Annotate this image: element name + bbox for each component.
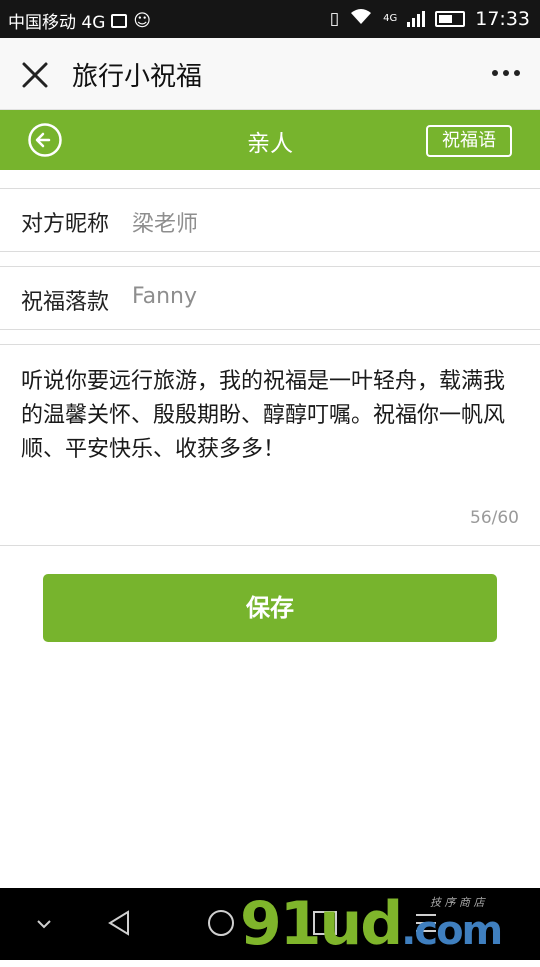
category-bar: 亲人 祝福语 xyxy=(0,110,540,170)
nickname-field[interactable]: 对方昵称 梁老师 xyxy=(0,188,540,252)
carrier-label: 中国移动 4G xyxy=(8,13,106,33)
watermark-domain: .com xyxy=(401,908,503,954)
character-counter: 56/60 xyxy=(470,508,519,528)
signal-icon xyxy=(407,10,426,27)
close-icon[interactable] xyxy=(20,60,50,90)
clock: 17:33 xyxy=(475,7,530,30)
signature-input[interactable]: Fanny xyxy=(132,284,197,309)
chevron-down-icon[interactable] xyxy=(34,916,54,935)
vibrate-icon: ▯ xyxy=(329,8,340,29)
status-bar: 中国移动 4G ☺ ▯ 4G 17:33 xyxy=(0,0,540,38)
home-circle-icon[interactable] xyxy=(206,908,236,942)
signature-field[interactable]: 祝福落款 Fanny xyxy=(0,266,540,330)
nickname-input[interactable]: 梁老师 xyxy=(132,206,198,238)
signature-label: 祝福落款 xyxy=(21,290,110,315)
status-right: ▯ 4G 17:33 xyxy=(330,7,530,30)
blessing-phrases-button[interactable]: 祝福语 xyxy=(426,125,512,157)
more-icon[interactable] xyxy=(492,70,520,76)
page-title: 旅行小祝福 xyxy=(72,62,203,92)
battery-icon xyxy=(435,10,466,27)
watermark-tagline: 技 序 商 店 xyxy=(430,896,485,909)
blessing-message-text[interactable]: 听说你要远行旅游，我的祝福是一叶轻舟，载满我的温馨关怀、殷殷期盼、醇醇叮嘱。祝福… xyxy=(21,365,511,467)
wifi-icon xyxy=(349,7,373,30)
network-label: 4G xyxy=(383,13,398,24)
emoji-icon: ☺ xyxy=(133,10,152,31)
save-button[interactable]: 保存 xyxy=(43,574,497,642)
app-header: 旅行小祝福 xyxy=(0,38,540,110)
image-icon xyxy=(111,13,128,28)
nickname-label: 对方昵称 xyxy=(21,212,110,237)
back-triangle-icon[interactable] xyxy=(104,908,134,942)
watermark-brand: 91ud xyxy=(240,889,403,959)
status-left: 中国移动 4G ☺ xyxy=(8,8,152,34)
blessing-message-area[interactable]: 听说你要远行旅游，我的祝福是一叶轻舟，载满我的温馨关怀、殷殷期盼、醇醇叮嘱。祝福… xyxy=(0,344,540,546)
